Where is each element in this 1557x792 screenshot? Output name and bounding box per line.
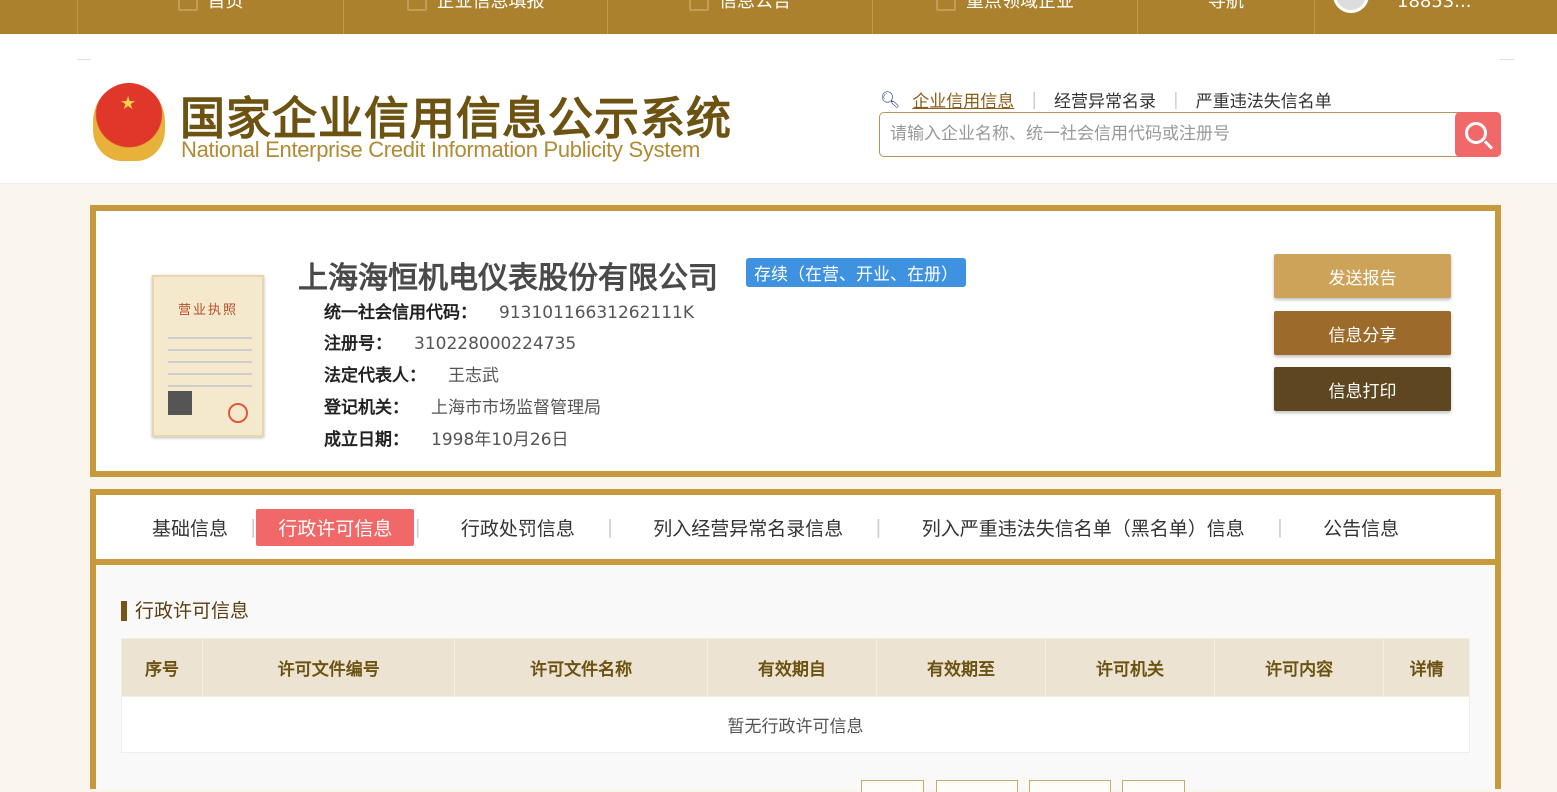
search-icon: 🔍︎ xyxy=(880,90,901,109)
pagination-button[interactable] xyxy=(1029,780,1111,792)
field-label: 登记机关： xyxy=(324,398,409,418)
pen-icon xyxy=(406,0,427,11)
tab-bar: 基础信息 | 行政许可信息 | 行政处罚信息 | 列入经营异常名录信息 | 列入严重违法… xyxy=(96,495,1495,565)
table-row: 暂无行政许可信息 xyxy=(121,696,1470,753)
field-value: 91310116631262111K xyxy=(499,303,695,323)
logo-subtitle: National Enterprise Credit Information P… xyxy=(181,137,701,162)
print-button[interactable]: 信息打印 xyxy=(1274,367,1451,411)
link-abnormal-list[interactable]: 经营异常名录 xyxy=(1054,87,1156,112)
company-card: 营业执照 上海海恒机电仪表股份有限公司 存续（在营、开业、在册） 统一社会信用代… xyxy=(90,205,1501,477)
qr-code-icon xyxy=(168,391,192,415)
field-founded: 成立日期： 1998年10月26日 xyxy=(324,425,569,450)
divider xyxy=(1500,59,1514,60)
field-value: 310228000224735 xyxy=(414,334,577,354)
table-header-row: 序号 许可文件编号 许可文件名称 有效期自 有效期至 许可机关 许可内容 详情 xyxy=(121,638,1470,697)
field-credit-code: 统一社会信用代码： 91310116631262111K xyxy=(324,298,694,323)
column-header: 许可文件编号 xyxy=(201,638,456,697)
tab-abnormal-list[interactable]: 列入经营异常名录信息 xyxy=(613,509,875,546)
status-badge: 存续（在营、开业、在册） xyxy=(746,258,966,287)
detail-panel: 基础信息 | 行政许可信息 | 行政处罚信息 | 列入经营异常名录信息 | 列入严重违法… xyxy=(90,489,1501,792)
tab-announcements[interactable]: 公告信息 xyxy=(1283,509,1431,546)
send-report-button[interactable]: 发送报告 xyxy=(1274,254,1451,298)
license-line xyxy=(168,385,252,387)
header: 国家企业信用信息公示系统 National Enterprise Credit … xyxy=(0,34,1557,184)
field-legal-rep: 法定代表人： 王志武 xyxy=(324,361,499,386)
nav-label: 重点领域企业 xyxy=(966,0,1074,12)
field-value: 上海市市场监督管理局 xyxy=(431,398,601,418)
monitor-icon xyxy=(177,0,198,11)
separator: | xyxy=(875,516,882,538)
tab-blacklist[interactable]: 列入严重违法失信名单（黑名单）信息 xyxy=(882,509,1277,546)
nav-label: 首页 xyxy=(207,0,244,12)
top-nav: 首页 企业信息填报 信息公告 重点领域企业 导航 18853... xyxy=(0,0,1557,34)
nav-enterprise-report[interactable]: 企业信息填报 xyxy=(343,0,607,34)
search-button[interactable] xyxy=(1455,112,1501,157)
field-label: 统一社会信用代码： xyxy=(324,303,477,323)
field-value: 1998年10月26日 xyxy=(431,430,569,450)
pagination-button[interactable] xyxy=(861,780,924,792)
license-line xyxy=(168,349,252,351)
section-title: 行政许可信息 xyxy=(121,601,249,621)
divider xyxy=(77,59,91,60)
field-label: 注册号： xyxy=(324,334,392,354)
separator: | xyxy=(1031,89,1038,110)
column-header: 序号 xyxy=(121,638,203,697)
tab-admin-penalty[interactable]: 行政处罚信息 xyxy=(421,509,607,546)
nav-label: 信息公告 xyxy=(719,0,791,12)
link-blacklist[interactable]: 严重违法失信名单 xyxy=(1196,87,1332,112)
nav-announcement[interactable]: 信息公告 xyxy=(607,0,872,34)
license-line xyxy=(168,361,252,363)
license-table: 序号 许可文件编号 许可文件名称 有效期自 有效期至 许可机关 许可内容 详情 … xyxy=(121,638,1470,753)
user-menu[interactable]: 18853... xyxy=(1314,0,1557,34)
field-reg-authority: 登记机关： 上海市市场监督管理局 xyxy=(324,393,601,418)
username: 18853... xyxy=(1397,0,1472,12)
column-header: 有效期至 xyxy=(875,638,1047,697)
column-header: 许可文件名称 xyxy=(454,638,708,697)
separator: | xyxy=(414,516,421,538)
nav-home[interactable]: 首页 xyxy=(77,0,343,34)
seal-icon xyxy=(228,403,248,423)
field-label: 法定代表人： xyxy=(324,366,426,386)
search-type-links: 🔍︎ 企业信用信息 | 经营异常名录 | 严重违法失信名单 xyxy=(880,87,1332,113)
document-icon xyxy=(689,0,709,11)
nav-key-sectors[interactable]: 重点领域企业 xyxy=(872,0,1137,34)
tab-basic-info[interactable]: 基础信息 xyxy=(130,509,250,546)
column-header: 有效期自 xyxy=(706,638,877,697)
field-value: 王志武 xyxy=(448,366,499,386)
tab-admin-license[interactable]: 行政许可信息 xyxy=(256,508,415,546)
pagination-button[interactable] xyxy=(1122,780,1185,792)
license-line xyxy=(168,337,252,339)
avatar xyxy=(1333,0,1369,13)
pagination-button[interactable] xyxy=(936,780,1018,792)
field-label: 成立日期： xyxy=(324,430,409,450)
column-header: 许可机关 xyxy=(1044,638,1216,697)
column-header: 许可内容 xyxy=(1214,638,1385,697)
speaker-icon xyxy=(936,0,956,11)
column-header: 详情 xyxy=(1383,638,1470,697)
separator: | xyxy=(1173,89,1179,110)
empty-message: 暂无行政许可信息 xyxy=(121,696,1470,753)
search-box xyxy=(879,112,1501,157)
company-name: 上海海恒机电仪表股份有限公司 xyxy=(298,261,718,296)
link-credit-info[interactable]: 企业信用信息 xyxy=(912,87,1014,112)
national-emblem-icon xyxy=(93,83,165,161)
share-button[interactable]: 信息分享 xyxy=(1274,311,1451,355)
business-license-image[interactable]: 营业执照 xyxy=(152,275,264,437)
nav-label: 企业信息填报 xyxy=(436,0,545,12)
search-input[interactable] xyxy=(880,113,1450,155)
license-title: 营业执照 xyxy=(177,303,238,318)
nav-guide[interactable]: 导航 xyxy=(1137,0,1314,34)
nav-label: 导航 xyxy=(1208,0,1244,12)
field-reg-no: 注册号： 310228000224735 xyxy=(324,329,576,354)
search-icon xyxy=(1465,121,1487,144)
license-line xyxy=(168,373,252,375)
